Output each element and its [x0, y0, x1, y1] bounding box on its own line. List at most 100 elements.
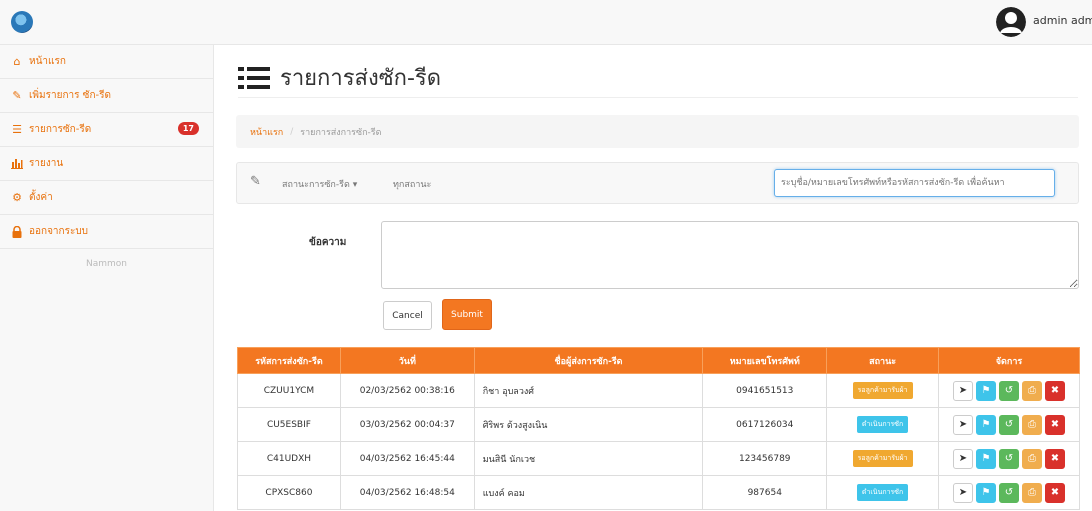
page-title: รายการส่งซัก-รีด: [238, 58, 1078, 98]
history-icon-button[interactable]: ↺: [999, 414, 1019, 435]
breadcrumb-home-link[interactable]: หน้าแรก: [250, 125, 283, 139]
tag-icon-button[interactable]: ⚑: [976, 482, 996, 503]
cell-actions: ➤ ⚑ ↺ ⎙ ✖: [938, 475, 1080, 510]
home-icon: ⌂: [13, 55, 21, 68]
status-badge: รอลูกค้ามารับผ้า: [852, 382, 913, 399]
sidebar-item-settings[interactable]: ⚙ ตั้งค่า: [0, 181, 213, 215]
print-icon-button[interactable]: ⎙: [1022, 448, 1042, 469]
cell-actions: ➤ ⚑ ↺ ⎙ ✖: [938, 441, 1080, 476]
send-icon-button[interactable]: ➤: [953, 448, 973, 469]
cell-status: ดำเนินการซัก: [826, 475, 940, 510]
cell-phone: 123456789: [702, 441, 828, 476]
cell-date: 04/03/2562 16:45:44: [339, 441, 475, 476]
sidebar-item-label: รายการซัก-รีด: [29, 124, 92, 135]
list-icon: [238, 66, 270, 89]
cell-date: 03/03/2562 00:04:37: [339, 407, 475, 442]
status-filter-label: สถานะการซัก-รีด: [282, 180, 350, 190]
table-header-row: รหัสการส่งซัก-รีด วันที่ ชื่อผู้ส่งการซั…: [237, 347, 1080, 374]
tag-icon-button[interactable]: ⚑: [976, 448, 996, 469]
history-icon-button[interactable]: ↺: [999, 448, 1019, 469]
cell-status: ดำเนินการซัก: [826, 407, 940, 442]
cell-actions: ➤ ⚑ ↺ ⎙ ✖: [938, 373, 1080, 408]
send-icon-button[interactable]: ➤: [953, 414, 973, 435]
search-input[interactable]: [774, 169, 1055, 197]
bar-chart-icon: [11, 158, 23, 170]
gear-icon: ⚙: [12, 191, 22, 204]
print-icon-button[interactable]: ⎙: [1022, 380, 1042, 401]
sidebar-footer: Nammon: [86, 259, 127, 269]
status-badge: ดำเนินการซัก: [856, 416, 909, 433]
status-badge: ดำเนินการซัก: [856, 484, 909, 501]
send-icon-button[interactable]: ➤: [953, 380, 973, 401]
table-row: CZUU1YCM 02/03/2562 00:38:16 กิชา อุบลวงศ์…: [237, 373, 1080, 408]
cell-phone: 987654: [702, 475, 828, 510]
cell-date: 02/03/2562 00:38:16: [339, 373, 475, 408]
col-header-date[interactable]: วันที่: [339, 347, 475, 374]
status-badge: รอลูกค้ามารับผ้า: [852, 450, 913, 467]
col-header-code[interactable]: รหัสการส่งซัก-รีด: [237, 347, 341, 374]
col-header-actions: จัดการ: [938, 347, 1080, 374]
app-logo-icon[interactable]: [11, 11, 33, 33]
cell-name: แบงค์ คอม: [473, 475, 704, 510]
cell-status: รอลูกค้ามารับผ้า: [826, 373, 940, 408]
tag-icon-button[interactable]: ⚑: [976, 414, 996, 435]
cell-code: C41UDXH: [237, 441, 341, 476]
breadcrumb-separator: /: [290, 126, 294, 137]
filter-bar: ✎ สถานะการซัก-รีด ▾ ทุกสถานะ: [236, 162, 1079, 204]
user-menu[interactable]: admin adm: [1033, 14, 1092, 27]
cell-code: CZUU1YCM: [237, 373, 341, 408]
current-status-text: ทุกสถานะ: [393, 180, 432, 190]
cell-code: CPXSC860: [237, 475, 341, 510]
delete-icon-button[interactable]: ✖: [1045, 448, 1065, 469]
sidebar-item-home[interactable]: ⌂ หน้าแรก: [0, 45, 213, 79]
table-row: C41UDXH 04/03/2562 16:45:44 มนสินี นักเวช 1…: [237, 441, 1080, 476]
orders-count-badge: 17: [177, 122, 199, 135]
sidebar-item-label: หน้าแรก: [29, 56, 66, 67]
sidebar-item-label: เพิ่มรายการ ซัก-รีด: [29, 90, 111, 101]
delete-icon-button[interactable]: ✖: [1045, 380, 1065, 401]
cell-name: มนสินี นักเวช: [473, 441, 704, 476]
message-textarea[interactable]: [381, 221, 1079, 289]
print-icon-button[interactable]: ⎙: [1022, 482, 1042, 503]
table-row: CU5ESBIF 03/03/2562 00:04:37 ศิริพร ด้วงสู…: [237, 407, 1080, 442]
col-header-phone[interactable]: หมายเลขโทรศัพท์: [702, 347, 828, 374]
status-filter-dropdown[interactable]: สถานะการซัก-รีด ▾: [282, 177, 357, 191]
history-icon-button[interactable]: ↺: [999, 380, 1019, 401]
cancel-button[interactable]: Cancel: [383, 301, 432, 330]
cell-status: รอลูกค้ามารับผ้า: [826, 441, 940, 476]
list-icon: ☰: [12, 123, 22, 136]
page-title-text: รายการส่งซัก-รีด: [280, 66, 442, 91]
cell-name: ศิริพร ด้วงสูงเนิน: [473, 407, 704, 442]
breadcrumb: หน้าแรก / รายการส่งการซัก-รีด: [236, 115, 1079, 148]
col-header-status[interactable]: สถานะ: [826, 347, 940, 374]
cell-phone: 0941651513: [702, 373, 828, 408]
print-icon-button[interactable]: ⎙: [1022, 414, 1042, 435]
sidebar-item-add-order[interactable]: ✎ เพิ่มรายการ ซัก-รีด: [0, 79, 213, 113]
user-avatar-icon[interactable]: [996, 7, 1026, 37]
sidebar-item-label: รายงาน: [29, 158, 64, 169]
sidebar-item-label: ออกจากระบบ: [29, 226, 89, 237]
col-header-name[interactable]: ชื่อผู้ส่งการซัก-รีด: [473, 347, 704, 374]
cell-date: 04/03/2562 16:48:54: [339, 475, 475, 510]
main-content: รายการส่งซัก-รีด หน้าแรก / รายการส่งการซ…: [215, 45, 1092, 511]
sidebar-item-reports[interactable]: รายงาน: [0, 147, 213, 181]
cell-phone: 0617126034: [702, 407, 828, 442]
orders-table: รหัสการส่งซัก-รีด วันที่ ชื่อผู้ส่งการซั…: [237, 347, 1080, 510]
edit-icon: ✎: [250, 174, 261, 189]
sidebar-item-logout[interactable]: ออกจากระบบ: [0, 215, 213, 249]
send-icon-button[interactable]: ➤: [953, 482, 973, 503]
tag-icon-button[interactable]: ⚑: [976, 380, 996, 401]
lock-icon: [11, 225, 23, 238]
delete-icon-button[interactable]: ✖: [1045, 482, 1065, 503]
breadcrumb-current: รายการส่งการซัก-รีด: [300, 127, 382, 138]
sidebar-item-label: ตั้งค่า: [29, 192, 53, 203]
sidebar: ⌂ หน้าแรก ✎ เพิ่มรายการ ซัก-รีด ☰ รายการ…: [0, 45, 214, 511]
caret-down-icon: ▾: [352, 180, 358, 190]
submit-button[interactable]: Submit: [442, 299, 492, 330]
cell-name: กิชา อุบลวงศ์: [473, 373, 704, 408]
delete-icon-button[interactable]: ✖: [1045, 414, 1065, 435]
sidebar-item-orders[interactable]: ☰ รายการซัก-รีด 17: [0, 113, 213, 147]
cell-actions: ➤ ⚑ ↺ ⎙ ✖: [938, 407, 1080, 442]
history-icon-button[interactable]: ↺: [999, 482, 1019, 503]
message-label: ข้อความ: [309, 237, 347, 248]
